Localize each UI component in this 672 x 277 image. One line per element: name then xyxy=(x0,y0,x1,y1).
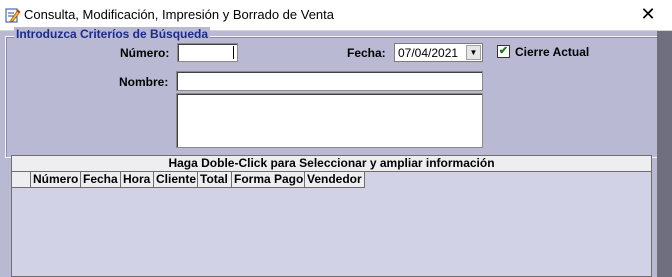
results-grid[interactable]: Haga Doble-Click para Seleccionar y ampl… xyxy=(11,155,652,277)
grid-caption: Haga Doble-Click para Seleccionar y ampl… xyxy=(12,156,651,172)
notes-textarea[interactable] xyxy=(176,93,483,148)
nombre-label: Nombre: xyxy=(119,75,169,89)
column-header-hora[interactable]: Hora xyxy=(121,172,154,188)
cierre-actual-label: Cierre Actual xyxy=(515,45,590,59)
fecha-value: 07/04/2021 xyxy=(398,46,459,60)
window-edge xyxy=(657,31,672,277)
column-header-vendedor[interactable]: Vendedor xyxy=(305,172,365,188)
close-button[interactable]: ✕ xyxy=(624,0,672,30)
search-criteria-title: Introduzca Criteríos de Búsqueda xyxy=(14,27,211,41)
grid-column-header-row: Número Fecha Hora Cliente Total Forma Pa… xyxy=(12,172,365,188)
fecha-label: Fecha: xyxy=(347,46,386,60)
text-caret xyxy=(233,46,234,59)
edit-document-icon xyxy=(5,8,21,23)
chevron-down-icon[interactable]: ▼ xyxy=(466,45,481,60)
row-indicator-header xyxy=(12,172,31,188)
window-title: Consulta, Modificación, Impresión y Borr… xyxy=(24,7,335,22)
column-header-forma-pago[interactable]: Forma Pago xyxy=(232,172,305,188)
numero-input[interactable] xyxy=(177,43,238,62)
column-header-cliente[interactable]: Cliente xyxy=(154,172,198,188)
column-header-fecha[interactable]: Fecha xyxy=(81,172,121,188)
column-header-numero[interactable]: Número xyxy=(31,172,81,188)
cierre-actual-checkbox[interactable]: ✔ xyxy=(497,45,510,58)
numero-label: Número: xyxy=(120,46,170,60)
column-header-total[interactable]: Total xyxy=(198,172,232,188)
nombre-input[interactable] xyxy=(176,71,483,91)
fecha-select[interactable]: 07/04/2021 ▼ xyxy=(394,43,483,62)
